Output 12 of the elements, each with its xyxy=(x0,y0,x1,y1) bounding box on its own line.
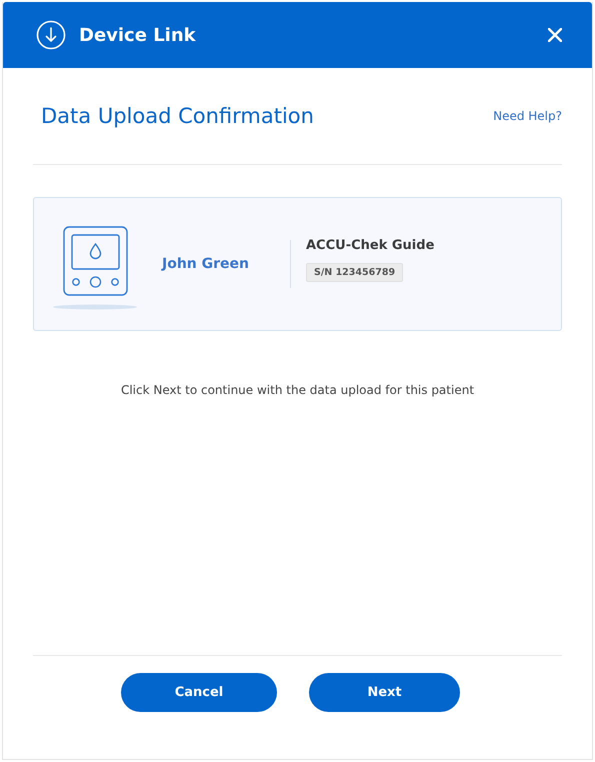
window-title: Device Link xyxy=(79,24,197,46)
download-icon xyxy=(36,20,66,50)
cancel-button[interactable]: Cancel xyxy=(121,673,277,712)
device-name: ACCU-Chek Guide xyxy=(306,238,434,253)
next-button[interactable]: Next xyxy=(309,673,460,712)
close-icon[interactable] xyxy=(548,28,562,42)
patient-name: John Green xyxy=(162,256,250,272)
glucose-meter-icon xyxy=(50,225,140,311)
dialog-heading: Data Upload Confirmation xyxy=(41,104,314,128)
help-link[interactable]: Need Help? xyxy=(493,109,562,123)
instruction-text: Click Next to continue with the data upload for this patient xyxy=(120,383,476,397)
serial-number-tag: S/N 123456789 xyxy=(306,263,404,282)
